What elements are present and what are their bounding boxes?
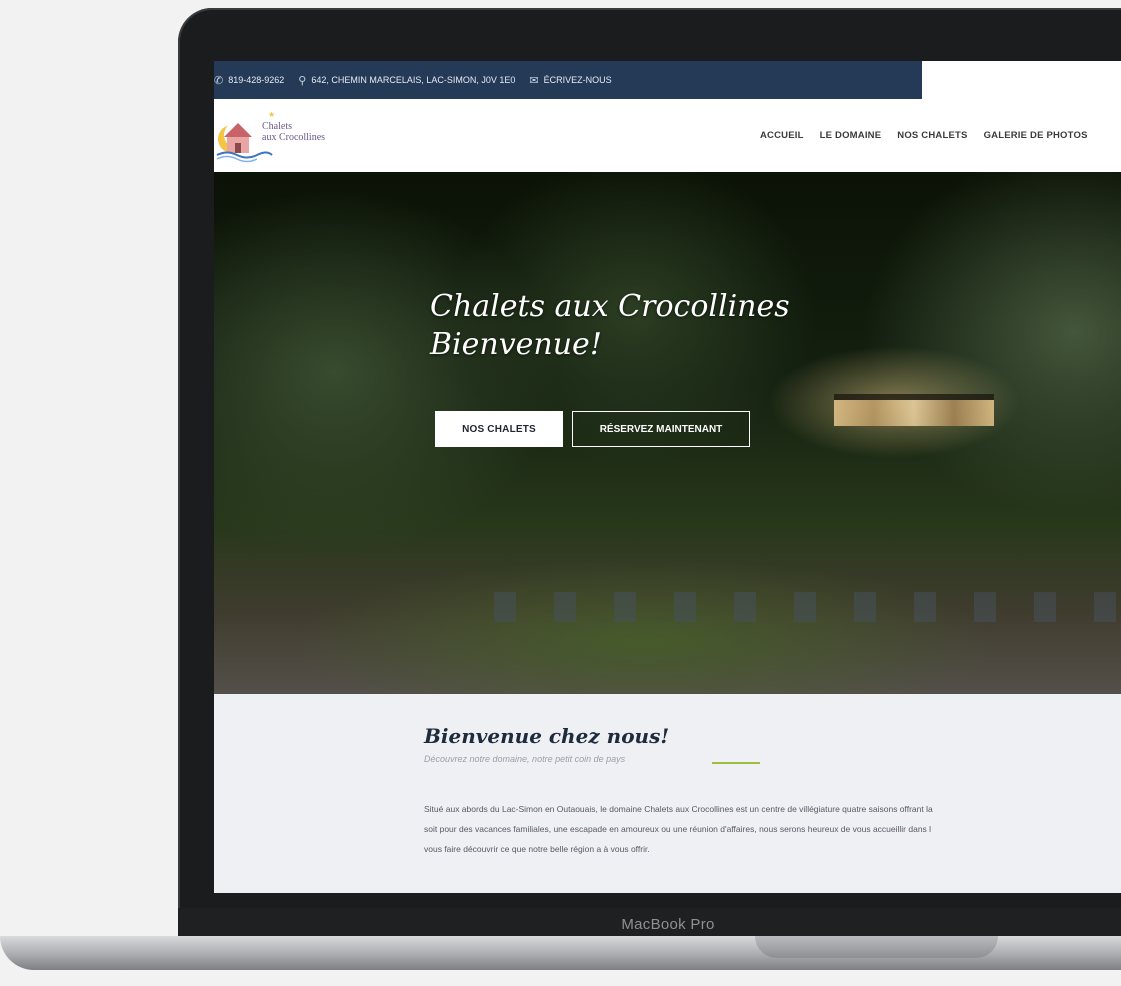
welcome-title: Bienvenue chez nous! (424, 724, 670, 748)
nav-item-le-domaine[interactable]: LE DOMAINE (820, 130, 882, 141)
laptop-notch (755, 936, 998, 958)
welcome-section: Bienvenue chez nous! Découvrez notre dom… (214, 694, 1121, 893)
welcome-body-line2: soit pour des vacances familiales, une e… (424, 824, 932, 834)
envelope-icon: ✉ (529, 74, 539, 87)
logo-line1: Chalets (262, 121, 292, 132)
hero-title-line2: Bienvenue! (430, 327, 602, 362)
browser-screen: ✆ 819-428-9262 ⚲ 642, CHEMIN MARCELAIS, … (214, 61, 1121, 893)
phone-link[interactable]: ✆ 819-428-9262 (214, 74, 284, 87)
welcome-subtitle: Découvrez notre domaine, notre petit coi… (424, 754, 626, 764)
main-nav: ACCUEIL LE DOMAINE NOS CHALETS GALERIE D… (760, 130, 1088, 141)
lodge-lights (834, 394, 994, 426)
email-label: ÉCRIVEZ-NOUS (543, 75, 612, 85)
accent-divider (712, 762, 760, 764)
reserve-now-button[interactable]: RÉSERVEZ MAINTENANT (572, 411, 750, 447)
adirondack-chairs (494, 592, 1121, 622)
nav-item-accueil[interactable]: ACCUEIL (760, 130, 804, 141)
phone-icon: ✆ (214, 74, 224, 87)
welcome-body: Situé aux abords du Lac-Simon en Outaoua… (424, 799, 1121, 859)
nos-chalets-button[interactable]: NOS CHALETS (435, 411, 563, 447)
address-text: 642, CHEMIN MARCELAIS, LAC-SIMON, J0V 1E… (311, 75, 516, 85)
nav-item-galerie-de-photos[interactable]: GALERIE DE PHOTOS (984, 130, 1088, 141)
welcome-body-line1: Situé aux abords du Lac-Simon en Outaoua… (424, 804, 933, 814)
svg-text:★: ★ (268, 110, 275, 119)
welcome-body-line3: vous faire découvrir ce que notre belle … (424, 844, 650, 854)
site-logo[interactable]: ★ Chalets aux Crocollines (214, 109, 352, 165)
hero-banner: Chalets aux Crocollines Bienvenue! NOS C… (214, 172, 1121, 694)
hero-title: Chalets aux Crocollines Bienvenue! (430, 288, 790, 364)
device-label: MacBook Pro (621, 916, 715, 933)
email-link[interactable]: ✉ ÉCRIVEZ-NOUS (529, 74, 611, 87)
map-pin-icon: ⚲ (298, 74, 307, 87)
phone-number: 819-428-9262 (228, 75, 285, 85)
address-link[interactable]: ⚲ 642, CHEMIN MARCELAIS, LAC-SIMON, J0V … (298, 74, 515, 87)
contact-bar: ✆ 819-428-9262 ⚲ 642, CHEMIN MARCELAIS, … (214, 61, 922, 99)
logo-text: Chalets aux Crocollines (262, 121, 325, 143)
site-header: ★ Chalets aux Crocollines ACCUEIL LE DOM… (214, 99, 1121, 172)
hero-title-line1: Chalets aux Crocollines (430, 289, 790, 324)
logo-line2: aux Crocollines (262, 132, 326, 143)
nav-item-nos-chalets[interactable]: NOS CHALETS (897, 130, 967, 141)
